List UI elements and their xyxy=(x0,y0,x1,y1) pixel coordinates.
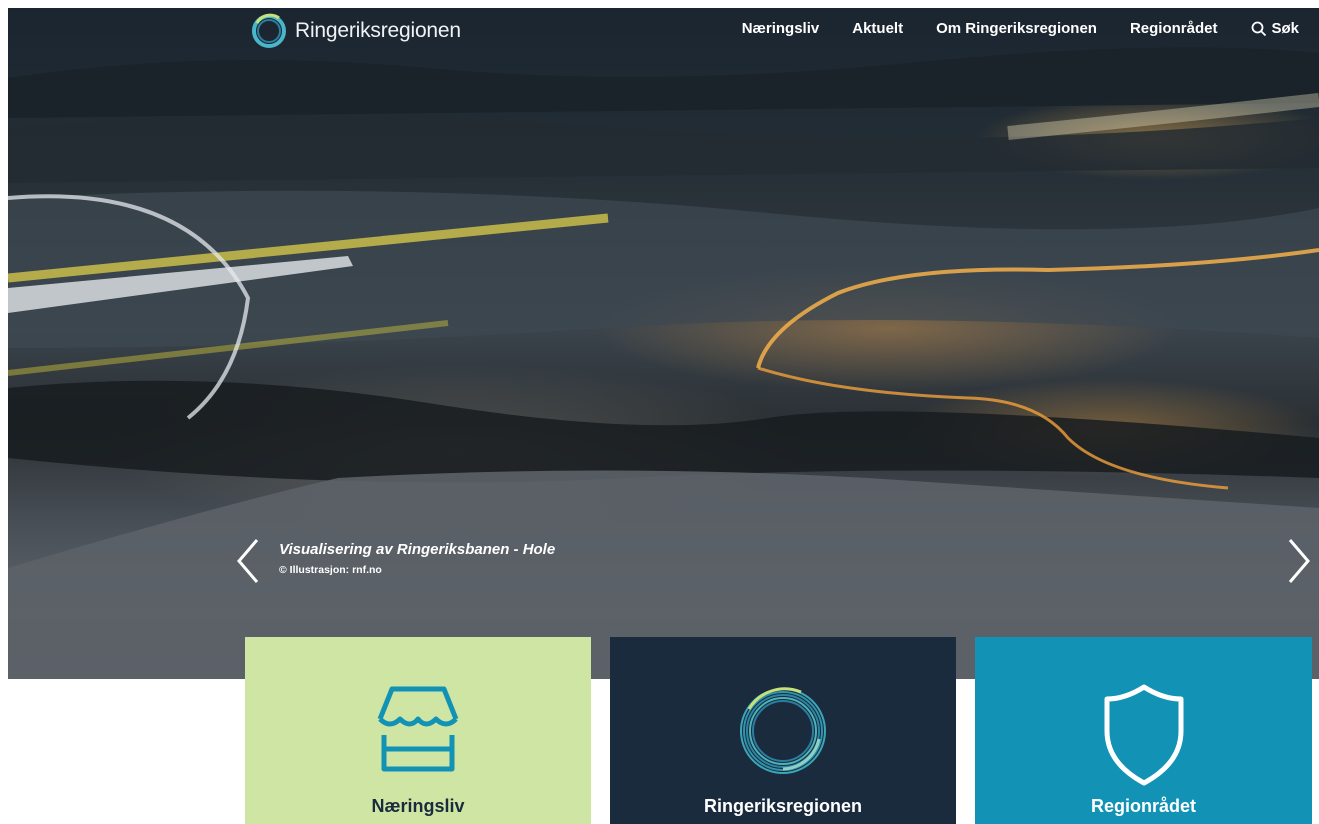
search-button[interactable]: Søk xyxy=(1251,20,1299,37)
card-label: Næringsliv xyxy=(371,796,465,816)
search-label: Søk xyxy=(1271,20,1299,37)
ring-logo-icon xyxy=(740,687,826,774)
caption-title: Visualisering av Ringeriksbanen - Hole xyxy=(279,541,556,558)
logo-text: Ringeriksregionen xyxy=(295,19,461,42)
caption-credit: © Illustrasjon: rnf.no xyxy=(279,564,382,576)
top-navigation: Ringeriksregionen Næringsliv Aktuelt Om … xyxy=(8,8,1319,56)
card-naeringsliv[interactable]: Næringsliv xyxy=(245,637,591,824)
carousel-next-button[interactable] xyxy=(1286,538,1312,584)
hero-image xyxy=(8,47,1319,679)
nav-item-om-ringeriksregionen[interactable]: Om Ringeriksregionen xyxy=(936,20,1097,37)
search-icon xyxy=(1252,21,1267,36)
card-label: Regionrådet xyxy=(1090,796,1196,816)
card-ringeriksregionen[interactable]: Ringeriksregionen xyxy=(610,637,956,824)
ring-logo-icon xyxy=(252,13,286,48)
shield-icon xyxy=(1104,684,1183,786)
site-logo[interactable]: Ringeriksregionen xyxy=(249,11,461,51)
nav-item-regionradet[interactable]: Regionrådet xyxy=(1130,20,1218,37)
nav-item-naeringsliv[interactable]: Næringsliv xyxy=(742,20,820,37)
hero-carousel: Ringeriksregionen Næringsliv Aktuelt Om … xyxy=(8,8,1319,679)
card-label: Ringeriksregionen xyxy=(703,796,863,816)
card-regionradet[interactable]: Regionrådet xyxy=(975,637,1312,824)
carousel-prev-button[interactable] xyxy=(235,538,261,584)
nav-item-aktuelt[interactable]: Aktuelt xyxy=(852,20,903,37)
hero-caption: Visualisering av Ringeriksbanen - Hole ©… xyxy=(279,541,555,576)
main-nav: Næringsliv Aktuelt Om Ringeriksregionen … xyxy=(709,20,1299,37)
storefront-icon xyxy=(377,686,459,772)
